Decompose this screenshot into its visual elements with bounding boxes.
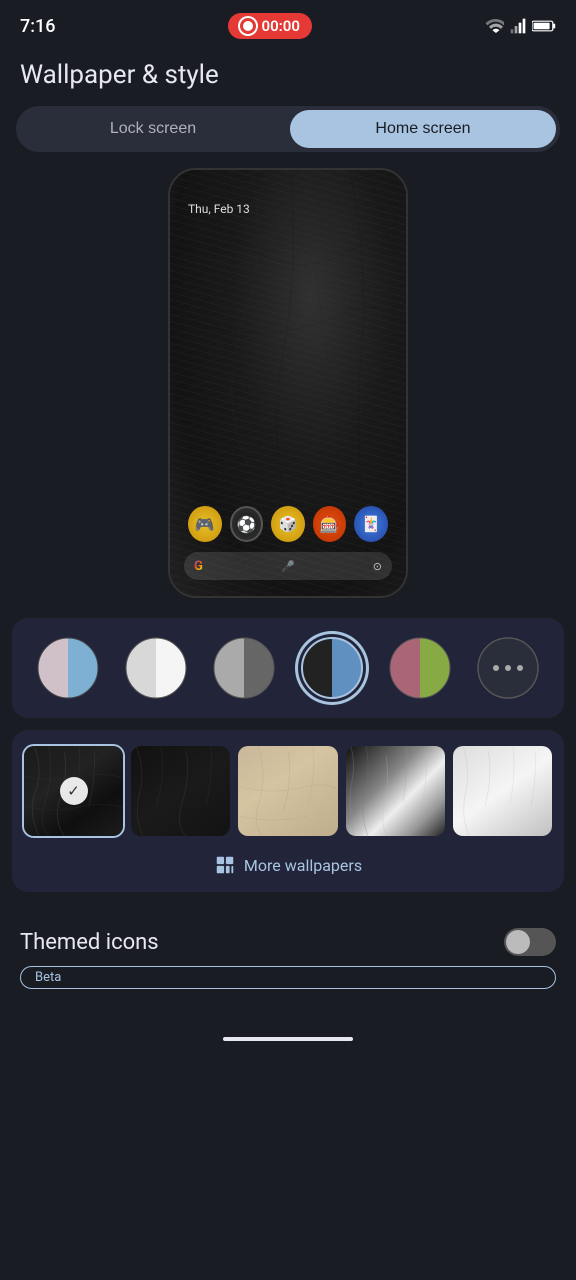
google-g-icon: G xyxy=(194,559,203,574)
wallpaper-thumb-2[interactable] xyxy=(131,746,230,836)
themed-icons-label: Themed icons xyxy=(20,930,159,955)
app-icon-3: 🎲 xyxy=(271,506,305,542)
tab-bar: Lock screen Home screen xyxy=(16,106,560,152)
themed-icons-row: Themed icons xyxy=(20,928,556,956)
wallpaper-5-texture xyxy=(453,746,552,836)
phone-dock: 🎮 ⚽ 🎲 🎰 🃏 xyxy=(170,506,406,542)
beta-badge[interactable]: Beta xyxy=(20,966,556,989)
page-title: Wallpaper & style xyxy=(0,48,576,106)
wallpaper-thumb-1[interactable]: ✓ xyxy=(24,746,123,836)
wallpaper-thumb-5[interactable] xyxy=(453,746,552,836)
palette-3-icon xyxy=(210,634,278,702)
toggle-knob xyxy=(506,930,530,954)
more-wallpapers-button[interactable]: More wallpapers xyxy=(24,850,552,880)
status-bar: 7:16 00:00 xyxy=(0,0,576,48)
status-icons xyxy=(484,18,556,34)
palette-5-icon xyxy=(386,634,454,702)
battery-icon xyxy=(532,19,556,33)
app-icon-4: 🎰 xyxy=(313,506,347,542)
phone-search-bar: G 🎤 ⊙ xyxy=(184,552,392,580)
rec-dot-icon xyxy=(240,18,256,34)
tab-lock-screen[interactable]: Lock screen xyxy=(20,110,286,148)
palette-1-icon xyxy=(34,634,102,702)
home-indicator xyxy=(223,1037,353,1041)
wallpaper-3-texture xyxy=(238,746,337,836)
recording-timer: 00:00 xyxy=(262,17,300,35)
wallpaper-section: ✓ xyxy=(12,730,564,892)
status-time: 7:16 xyxy=(20,16,55,37)
app-icon-5: 🃏 xyxy=(354,506,388,542)
palette-2-icon xyxy=(122,634,190,702)
app-icon-1: 🎮 xyxy=(188,506,222,542)
palette-option-2[interactable] xyxy=(122,634,190,702)
signal-icon xyxy=(510,18,526,34)
wallpaper-check-1: ✓ xyxy=(24,746,123,836)
more-wallpapers-icon xyxy=(214,854,236,876)
palette-option-3[interactable] xyxy=(210,634,278,702)
app-icon-2: ⚽ xyxy=(230,506,264,542)
palette-option-1[interactable] xyxy=(34,634,102,702)
wallpaper-2-texture xyxy=(131,746,230,836)
palette-4-icon xyxy=(298,634,366,702)
palette-row xyxy=(24,634,552,702)
phone-date: Thu, Feb 13 xyxy=(188,202,250,216)
wallpaper-row: ✓ xyxy=(24,746,552,836)
phone-preview-wrapper: Thu, Feb 13 🎮 ⚽ 🎲 🎰 🃏 G 🎤 ⊙ xyxy=(0,168,576,598)
wallpaper-4-texture xyxy=(346,746,445,836)
palette-more-icon xyxy=(474,634,542,702)
wallpaper-thumb-4[interactable] xyxy=(346,746,445,836)
wifi-icon xyxy=(484,19,504,33)
themed-icons-section: Themed icons Beta xyxy=(0,904,576,1013)
color-palette-section xyxy=(12,618,564,718)
palette-option-4[interactable] xyxy=(298,634,366,702)
tab-home-screen[interactable]: Home screen xyxy=(290,110,556,148)
more-wallpapers-label: More wallpapers xyxy=(244,856,362,875)
wallpaper-thumb-3[interactable] xyxy=(238,746,337,836)
recording-indicator: 00:00 xyxy=(228,13,312,39)
phone-preview: Thu, Feb 13 🎮 ⚽ 🎲 🎰 🃏 G 🎤 ⊙ xyxy=(168,168,408,598)
themed-icons-toggle[interactable] xyxy=(504,928,556,956)
phone-wallpaper: Thu, Feb 13 🎮 ⚽ 🎲 🎰 🃏 G 🎤 ⊙ xyxy=(170,170,406,596)
microphone-icon: 🎤 xyxy=(281,560,295,573)
bottom-nav xyxy=(0,1021,576,1061)
palette-option-5[interactable] xyxy=(386,634,454,702)
palette-more-button[interactable] xyxy=(474,634,542,702)
lens-icon: ⊙ xyxy=(373,560,382,573)
check-mark-icon: ✓ xyxy=(60,777,88,805)
